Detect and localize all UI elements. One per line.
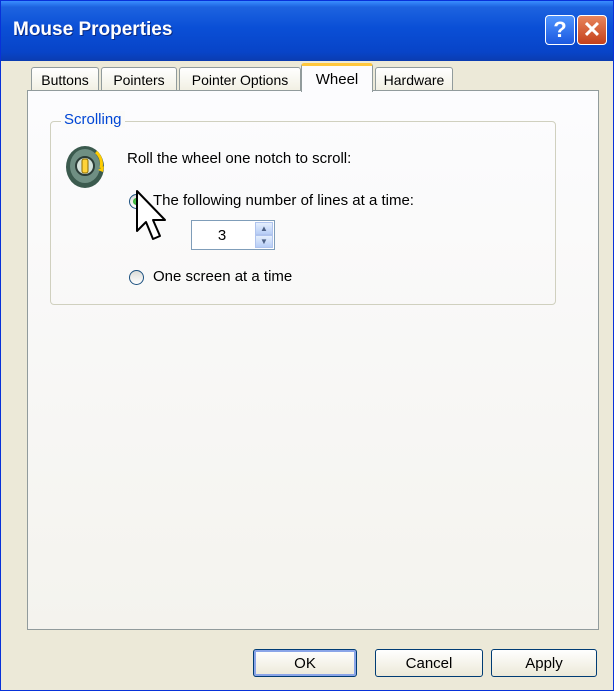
window-title: Mouse Properties <box>13 19 173 40</box>
mouse-properties-window: Mouse Properties ? ✕ Buttons Pointers Po… <box>0 0 614 691</box>
lines-value[interactable]: 3 <box>192 227 252 244</box>
wheel-instruction-label: Roll the wheel one notch to scroll: <box>127 150 352 167</box>
spin-down-button[interactable]: ▼ <box>255 235 273 248</box>
one-screen-radio[interactable] <box>129 270 144 285</box>
ok-button[interactable]: OK <box>253 649 357 677</box>
mouse-wheel-icon <box>66 146 104 188</box>
lines-spinbox[interactable]: 3 ▲ ▼ <box>191 220 275 250</box>
tab-pointer-options[interactable]: Pointer Options <box>179 67 301 91</box>
spin-buttons: ▲ ▼ <box>255 222 273 248</box>
help-button[interactable]: ? <box>545 15 575 45</box>
tab-hardware[interactable]: Hardware <box>375 67 453 91</box>
lines-at-a-time-label[interactable]: The following number of lines at a time: <box>153 192 414 209</box>
tab-wheel[interactable]: Wheel <box>301 63 373 92</box>
chevron-down-icon: ▼ <box>260 237 268 246</box>
close-button[interactable]: ✕ <box>577 15 607 45</box>
cancel-button[interactable]: Cancel <box>375 649 483 677</box>
scrolling-group-title: Scrolling <box>61 111 125 128</box>
spin-up-button[interactable]: ▲ <box>255 222 273 235</box>
tab-pointers[interactable]: Pointers <box>101 67 177 91</box>
mouse-pointer-icon <box>136 190 166 240</box>
chevron-up-icon: ▲ <box>260 224 268 233</box>
one-screen-label[interactable]: One screen at a time <box>153 268 292 285</box>
title-bar[interactable]: Mouse Properties ? ✕ <box>1 1 613 61</box>
wheel-tab-panel: Scrolling Roll the wheel one notch to sc… <box>27 90 599 630</box>
close-icon: ✕ <box>582 17 602 42</box>
apply-button[interactable]: Apply <box>491 649 597 677</box>
scrolling-groupbox: Scrolling Roll the wheel one notch to sc… <box>50 111 556 305</box>
tab-buttons[interactable]: Buttons <box>31 67 99 91</box>
help-icon: ? <box>553 17 567 42</box>
